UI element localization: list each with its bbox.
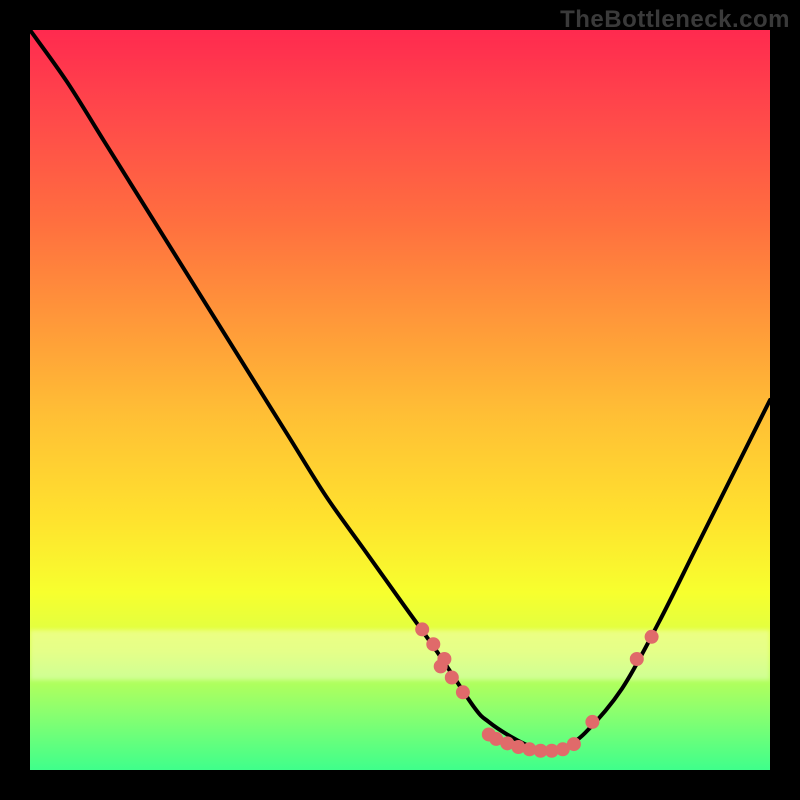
data-point-marker xyxy=(456,685,470,699)
data-point-marker xyxy=(645,630,659,644)
data-point-marker xyxy=(567,737,581,751)
chart-svg xyxy=(30,30,770,770)
data-point-marker xyxy=(445,671,459,685)
data-point-marker xyxy=(434,659,448,673)
data-point-marker xyxy=(585,715,599,729)
bottleneck-curve xyxy=(30,30,770,752)
data-point-marker xyxy=(426,637,440,651)
plot-area xyxy=(30,30,770,770)
data-point-marker xyxy=(415,622,429,636)
data-point-marker xyxy=(630,652,644,666)
chart-frame: TheBottleneck.com xyxy=(0,0,800,800)
